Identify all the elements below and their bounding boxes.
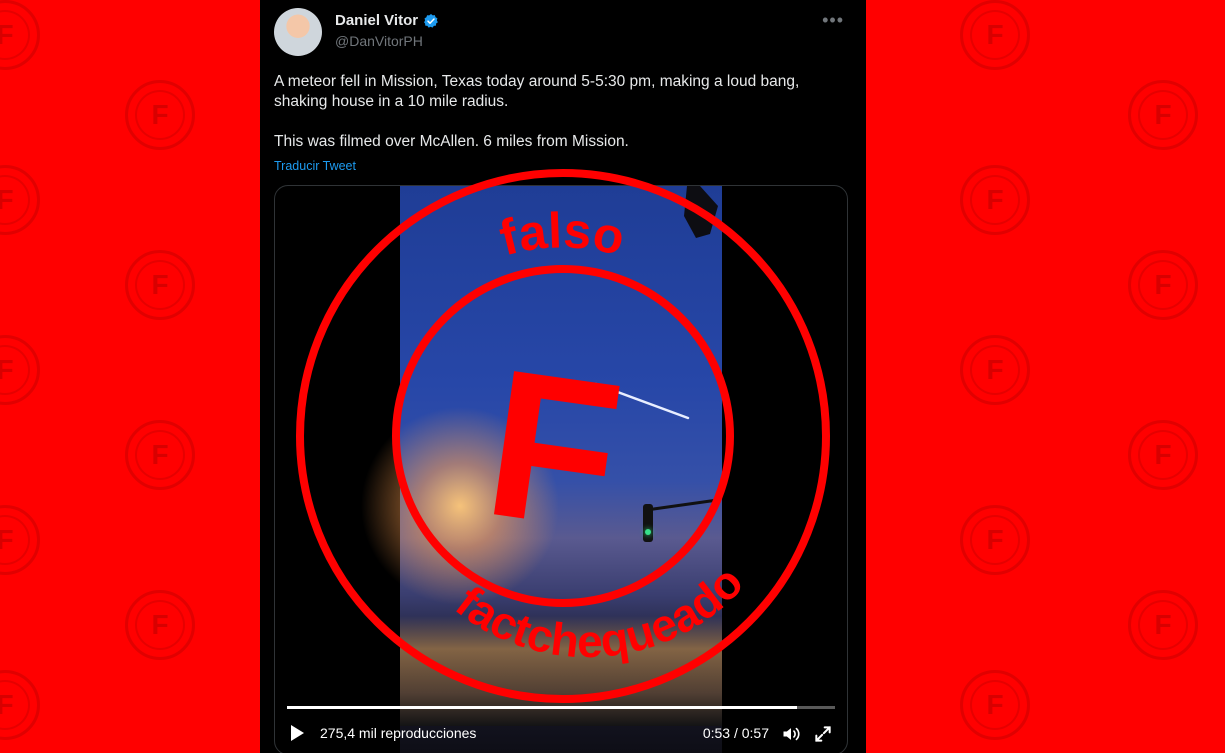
author-handle[interactable]: @DanVitorPH [335,33,423,49]
f-logo-mark: F [960,165,1030,235]
fullscreen-icon[interactable] [813,724,833,744]
video-controls: 275,4 mil reproducciones 0:53 / 0:57 [275,714,847,753]
f-logo-mark: F [960,335,1030,405]
f-logo-mark: F [0,670,40,740]
tweet-card: Daniel Vitor @DanVitorPH ••• A meteor fe… [260,0,866,753]
f-logo-mark: F [125,80,195,150]
avatar[interactable] [274,8,322,56]
f-logo-mark: F [1128,80,1198,150]
f-logo-mark: F [125,590,195,660]
play-icon[interactable] [291,725,304,741]
traffic-light [643,504,653,542]
f-logo-mark: F [960,0,1030,70]
video-frame [360,186,722,753]
view-count: 275,4 mil reproducciones [320,725,477,741]
f-logo-mark: F [1128,420,1198,490]
f-logo-mark: F [125,250,195,320]
video-time: 0:53 / 0:57 [702,725,769,741]
street-lights [400,616,722,726]
author-display-name[interactable]: Daniel Vitor [335,12,418,29]
video-player[interactable]: 275,4 mil reproducciones 0:53 / 0:57 [274,185,848,753]
volume-icon[interactable] [781,724,801,744]
f-logo-mark: F [960,670,1030,740]
f-logo-mark: F [0,165,40,235]
f-logo-mark: F [1128,250,1198,320]
f-logo-mark: F [960,505,1030,575]
f-logo-mark: F [0,335,40,405]
author-name-row: Daniel Vitor [335,12,439,29]
f-logo-mark: F [0,0,40,70]
f-logo-mark: F [1128,590,1198,660]
f-logo-mark: F [125,420,195,490]
video-progress-fill [287,706,797,709]
video-progress-bar[interactable] [287,706,835,709]
more-dots-icon[interactable]: ••• [822,10,844,31]
translate-tweet-link[interactable]: Traducir Tweet [274,159,356,173]
f-logo-mark: F [0,505,40,575]
verified-badge-icon [424,13,438,28]
tweet-text: A meteor fell in Mission, Texas today ar… [274,73,800,150]
